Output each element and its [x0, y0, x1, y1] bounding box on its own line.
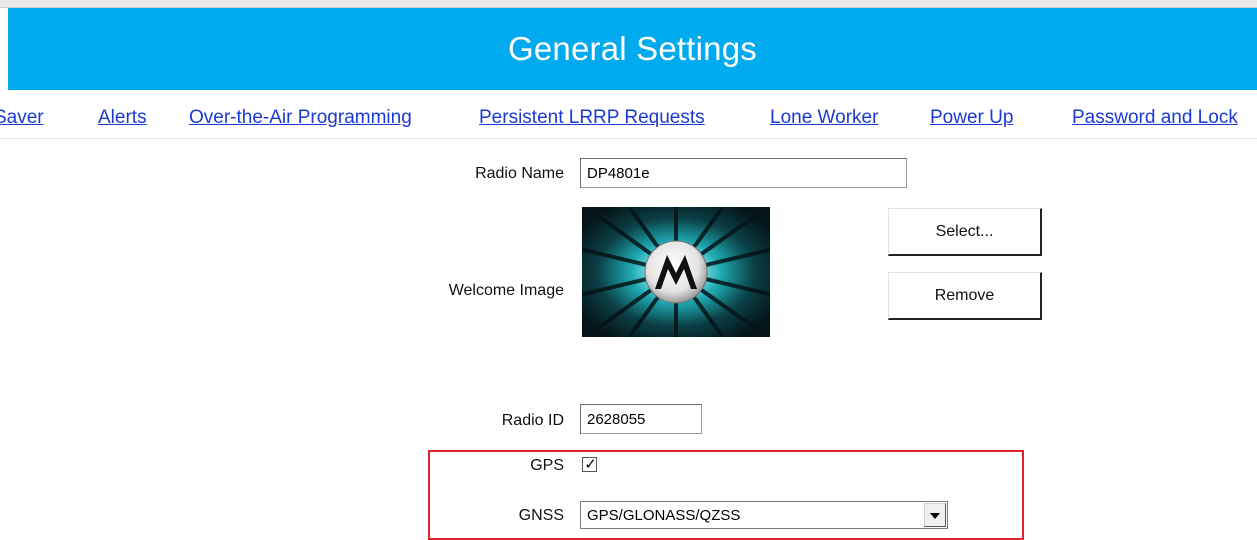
tab-over-the-air-programming[interactable]: Over-the-Air Programming — [189, 107, 412, 129]
tab-power-saver[interactable]: Saver — [0, 107, 44, 129]
gnss-dropdown-button[interactable] — [924, 503, 946, 527]
page-title: General Settings — [8, 8, 1257, 90]
gnss-select[interactable]: GPS/GLONASS/QZSS — [580, 501, 948, 529]
chevron-down-icon — [930, 513, 940, 519]
section-nav: Saver Alerts Over-the-Air Programming Pe… — [0, 90, 1257, 139]
tab-persistent-lrrp-requests[interactable]: Persistent LRRP Requests — [479, 107, 705, 129]
gps-label: GPS — [530, 457, 564, 474]
welcome-image-preview — [582, 207, 770, 337]
remove-image-button[interactable]: Remove — [888, 272, 1042, 320]
window-top-edge — [0, 0, 1257, 8]
gnss-label: GNSS — [518, 507, 564, 524]
gps-checkbox[interactable]: ✓ — [582, 455, 597, 473]
tab-alerts[interactable]: Alerts — [98, 107, 147, 129]
motorola-logo-icon — [582, 207, 770, 337]
tab-lone-worker[interactable]: Lone Worker — [770, 107, 878, 129]
radio-name-input[interactable] — [580, 158, 907, 188]
radio-id-label: Radio ID — [501, 412, 564, 429]
gnss-selected-value: GPS/GLONASS/QZSS — [587, 507, 741, 524]
checkmark-icon: ✓ — [584, 455, 597, 473]
tab-password-and-lock[interactable]: Password and Lock — [1072, 107, 1238, 129]
tab-power-up[interactable]: Power Up — [930, 107, 1013, 129]
radio-id-input[interactable] — [580, 404, 702, 434]
select-image-button[interactable]: Select... — [888, 208, 1042, 256]
welcome-image-label: Welcome Image — [448, 282, 564, 299]
radio-name-label: Radio Name — [475, 165, 564, 182]
